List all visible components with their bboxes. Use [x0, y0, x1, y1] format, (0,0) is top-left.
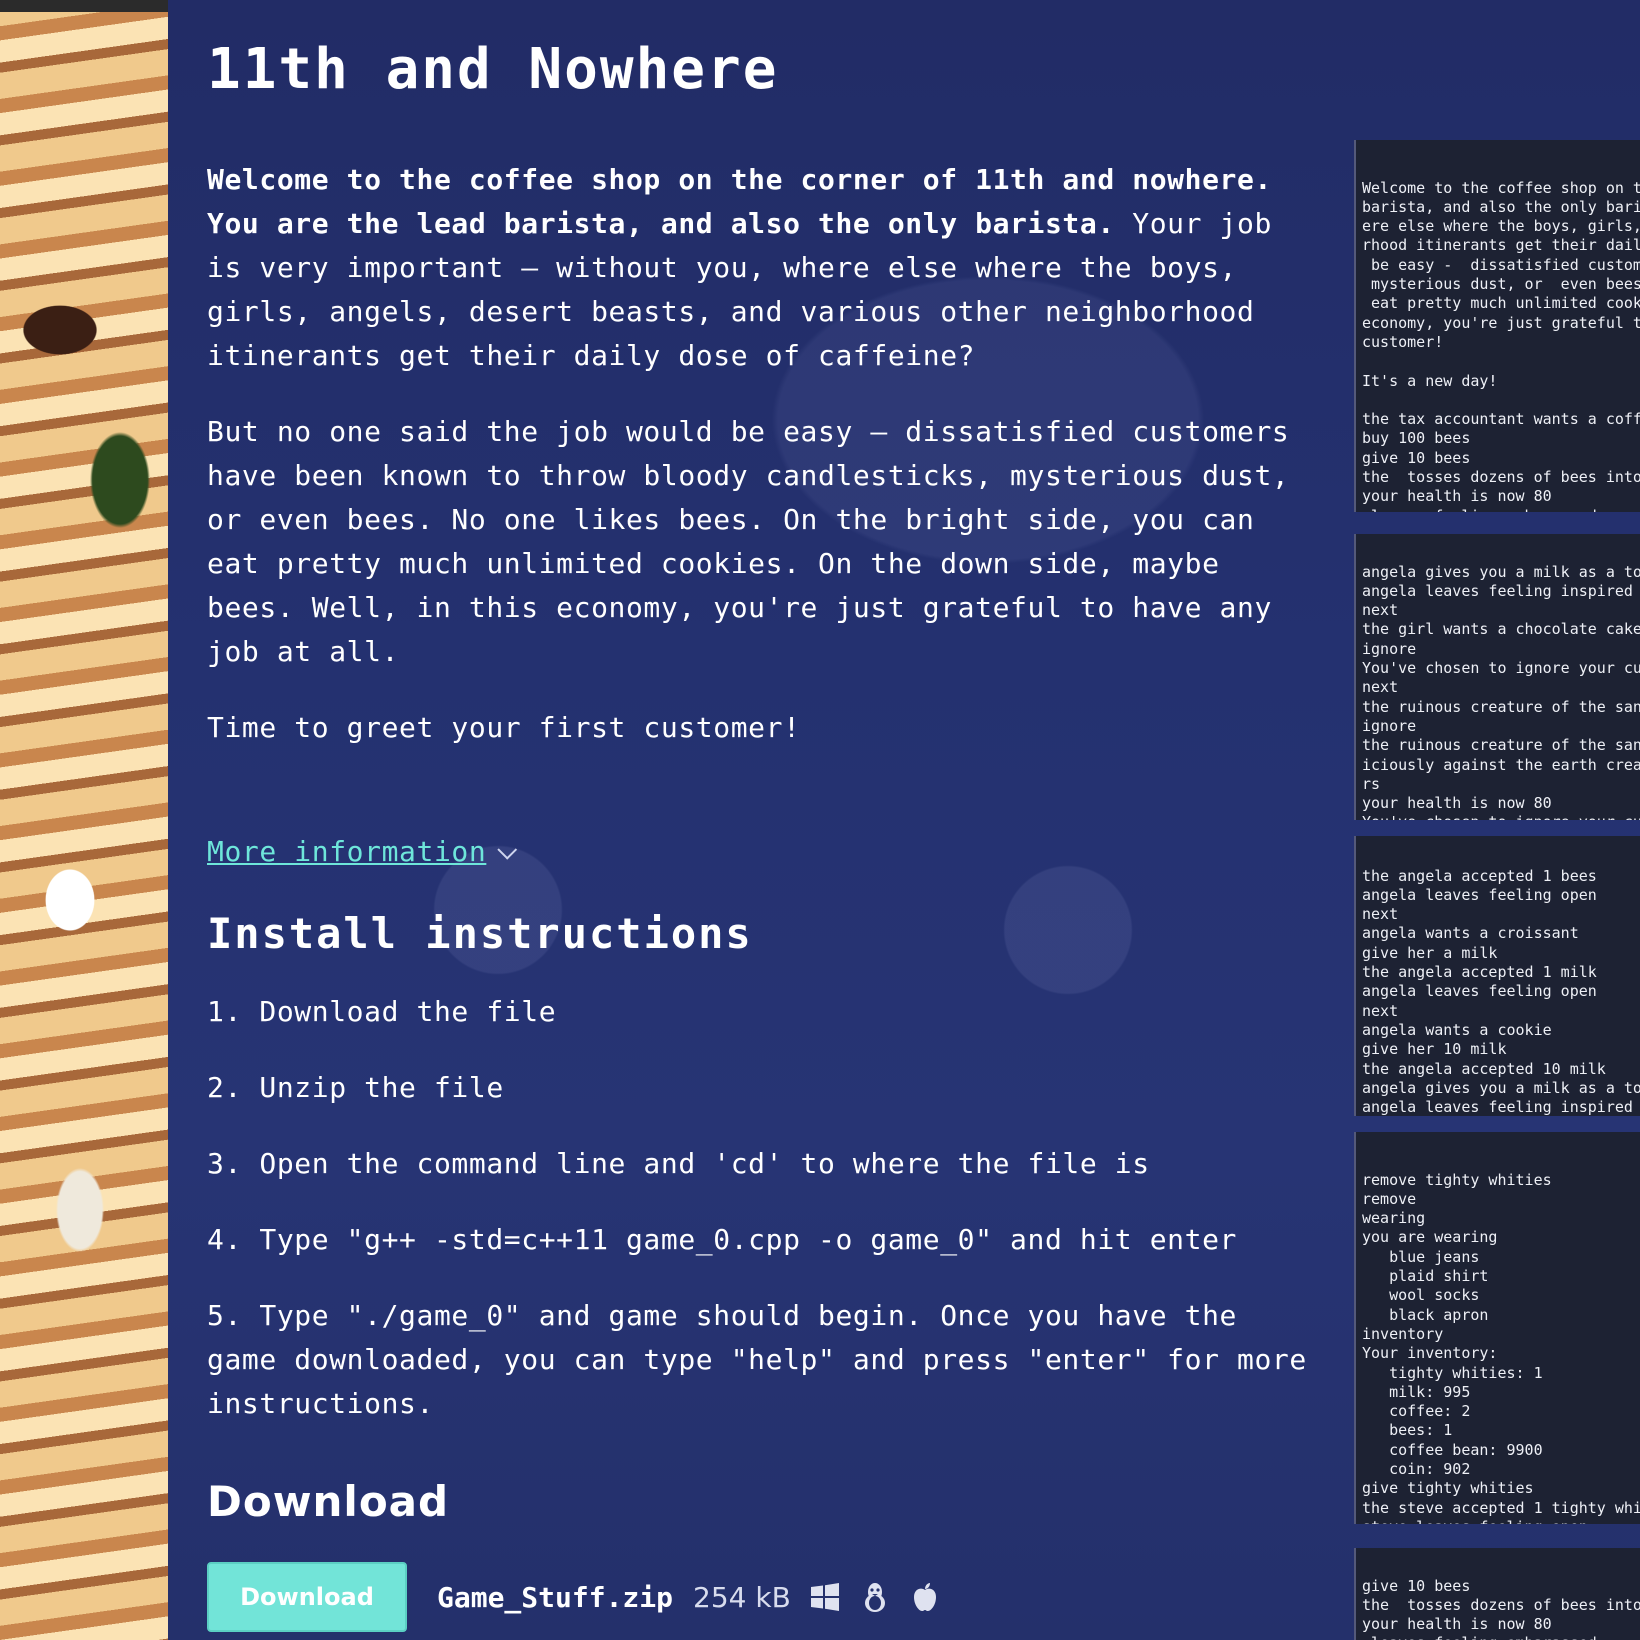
terminal-output: the angela accepted 1 bees angela leaves… — [1362, 866, 1640, 1116]
more-information-link[interactable]: More information — [207, 830, 486, 874]
more-information-toggle[interactable]: More information — [207, 782, 1317, 874]
terminal-output: remove tighty whities remove wearing you… — [1362, 1170, 1640, 1524]
screenshot-thumbnail[interactable]: remove tighty whities remove wearing you… — [1354, 1132, 1640, 1524]
install-steps-list: 1. Download the file 2. Unzip the file 3… — [207, 990, 1317, 1426]
intro-bold-text: Welcome to the coffee shop on the corner… — [207, 163, 1272, 240]
game-page-content: 11th and Nowhere Welcome to the coffee s… — [207, 30, 1317, 1632]
screenshot-thumbnail[interactable]: the angela accepted 1 bees angela leaves… — [1354, 836, 1640, 1116]
terminal-output: angela gives you a milk as a toke angela… — [1362, 562, 1640, 820]
screenshot-thumbnail[interactable]: give 10 bees the tosses dozens of bees i… — [1354, 1548, 1640, 1640]
install-step: 5. Type "./game_0" and game should begin… — [207, 1299, 1307, 1420]
install-heading: Install instructions — [207, 909, 753, 958]
install-step: 4. Type "g++ -std=c++11 game_0.cpp -o ga… — [207, 1223, 1237, 1256]
file-name: Game_Stuff.zip — [437, 1580, 674, 1614]
intro-paragraph: Welcome to the coffee shop on the corner… — [207, 158, 1317, 378]
apple-icon — [913, 1583, 936, 1611]
chevron-down-icon — [497, 839, 518, 860]
terminal-output: Welcome to the coffee shop on the barist… — [1362, 178, 1640, 512]
download-button[interactable]: Download — [207, 1562, 407, 1632]
install-step: 2. Unzip the file — [207, 1071, 504, 1104]
linux-icon — [864, 1583, 885, 1612]
window-top-bar — [0, 0, 168, 12]
terminal-output: give 10 bees the tosses dozens of bees i… — [1362, 1576, 1640, 1640]
install-step: 1. Download the file — [207, 995, 557, 1028]
screenshot-thumbnail[interactable]: angela gives you a milk as a toke angela… — [1354, 534, 1640, 820]
description-paragraph: But no one said the job would be easy – … — [207, 415, 1290, 668]
file-size: 254 kB — [693, 1580, 791, 1614]
background-painting — [0, 0, 168, 1640]
download-row: Download Game_Stuff.zip 254 kB — [207, 1562, 1317, 1632]
download-heading: Download — [207, 1477, 450, 1526]
page-title: 11th and Nowhere — [207, 37, 779, 102]
install-step: 3. Open the command line and 'cd' to whe… — [207, 1147, 1150, 1180]
greeting-paragraph: Time to greet your first customer! — [207, 711, 801, 744]
screenshot-thumbnail[interactable]: Welcome to the coffee shop on the barist… — [1354, 140, 1640, 512]
windows-icon — [810, 1583, 839, 1611]
